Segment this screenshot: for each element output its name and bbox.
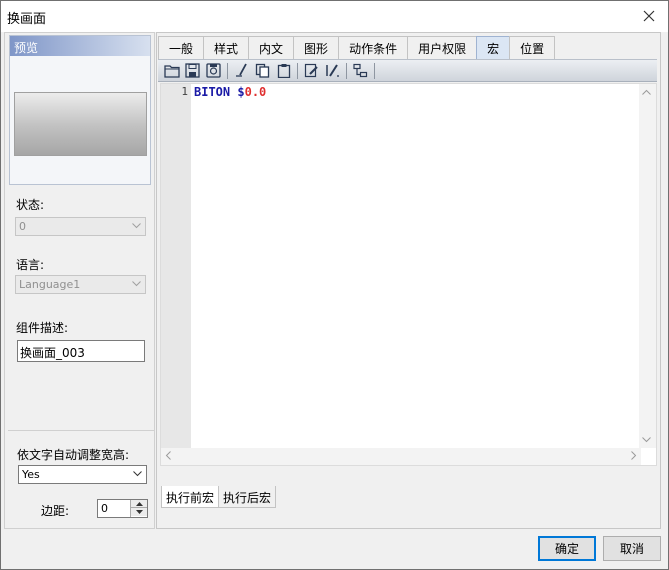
description-label: 组件描述: xyxy=(16,321,69,335)
paste-button[interactable] xyxy=(273,61,294,80)
language-select[interactable]: Language1 xyxy=(15,275,146,294)
open-button[interactable] xyxy=(161,61,182,80)
copy-button[interactable] xyxy=(252,61,273,80)
title-bar: 换画面 xyxy=(1,1,668,32)
toolbar-separator xyxy=(346,62,347,79)
preview-box: 预览 xyxy=(9,35,151,185)
spin-up-button[interactable] xyxy=(131,500,147,508)
toolbar-separator xyxy=(227,62,228,79)
cut-icon xyxy=(235,63,247,77)
macro-subtab-bar: 执行前宏 执行后宏 xyxy=(161,486,277,508)
language-value: Language1 xyxy=(19,278,81,291)
chevron-down-icon xyxy=(132,223,141,229)
state-label: 状态: xyxy=(16,198,45,212)
tab-general[interactable]: 一般 xyxy=(158,36,205,59)
insert-macro-icon xyxy=(353,63,368,78)
save-as-button[interactable] xyxy=(203,61,224,80)
window-title: 换画面 xyxy=(7,12,47,27)
description-input[interactable]: 换画面_003 xyxy=(17,340,145,362)
autosize-panel: 依文字自动调整宽高: Yes 边距: 0 xyxy=(8,430,155,529)
toolbar-separator xyxy=(374,62,375,79)
preview-swatch xyxy=(14,92,147,156)
chevron-down-icon xyxy=(133,471,142,477)
code-keyword: BITON xyxy=(194,85,231,99)
state-value: 0 xyxy=(19,220,26,233)
scroll-right-icon xyxy=(631,451,637,460)
ok-button[interactable]: 确定 xyxy=(538,536,596,561)
autosize-label: 依文字自动调整宽高: xyxy=(17,448,130,462)
close-icon xyxy=(643,10,655,22)
save-as-icon xyxy=(206,63,221,78)
caret-down-icon xyxy=(135,510,143,514)
vertical-scrollbar[interactable] xyxy=(639,84,656,448)
line-number: 1 xyxy=(181,85,188,98)
macro-toolbar xyxy=(158,59,657,82)
dialog-window: 换画面 预览 状态: 0 语言: Language1 组件描述: 换画面_003… xyxy=(0,0,669,570)
autosize-select[interactable]: Yes xyxy=(18,465,147,484)
spin-buttons xyxy=(130,500,147,517)
comment-button[interactable] xyxy=(322,61,343,80)
tab-text[interactable]: 内文 xyxy=(248,36,295,59)
horizontal-scrollbar[interactable] xyxy=(161,448,641,465)
scroll-up-icon xyxy=(642,89,651,95)
line-number-gutter: 1 xyxy=(161,84,191,464)
caret-up-icon xyxy=(135,501,143,506)
code-line: BITON $0.0 xyxy=(194,85,266,99)
copy-icon xyxy=(255,63,270,78)
language-label: 语言: xyxy=(16,258,45,272)
open-folder-icon xyxy=(163,64,180,78)
save-button[interactable] xyxy=(182,61,203,80)
cancel-button[interactable]: 取消 xyxy=(603,536,661,561)
left-panel: 预览 状态: 0 语言: Language1 组件描述: 换画面_003 依文字… xyxy=(4,32,155,529)
right-panel: 一般 样式 内文 图形 动作条件 用户权限 宏 位置 1 BITON $0.0 … xyxy=(156,32,661,529)
tab-action-condition[interactable]: 动作条件 xyxy=(338,36,409,59)
paste-icon xyxy=(277,64,290,78)
tab-style[interactable]: 样式 xyxy=(203,36,250,59)
margin-stepper[interactable]: 0 xyxy=(97,499,148,518)
comment-icon xyxy=(326,64,339,77)
state-select[interactable]: 0 xyxy=(15,217,146,236)
code-operand: 0.0 xyxy=(244,85,267,99)
cut-button[interactable] xyxy=(231,61,252,80)
tab-bar: 一般 样式 内文 图形 动作条件 用户权限 宏 位置 xyxy=(158,36,556,59)
edit-button[interactable] xyxy=(301,61,322,80)
scroll-down-icon xyxy=(642,437,651,443)
save-icon xyxy=(185,63,200,78)
code-operand-prefix: $ xyxy=(237,85,245,99)
tab-position[interactable]: 位置 xyxy=(509,36,556,59)
subtab-post-macro[interactable]: 执行后宏 xyxy=(218,486,277,508)
chevron-down-icon xyxy=(132,281,141,287)
tab-user-permission[interactable]: 用户权限 xyxy=(407,36,478,59)
scroll-left-icon xyxy=(165,451,171,460)
margin-label: 边距: xyxy=(41,504,70,518)
preview-header: 预览 xyxy=(10,36,150,56)
spin-down-button[interactable] xyxy=(131,508,147,516)
close-button[interactable] xyxy=(638,6,660,26)
toolbar-separator xyxy=(297,62,298,79)
macro-editor[interactable]: 1 BITON $0.0 xyxy=(160,83,657,466)
autosize-value: Yes xyxy=(22,468,40,481)
tab-graphic[interactable]: 图形 xyxy=(293,36,340,59)
edit-icon xyxy=(304,63,318,78)
insert-macro-button[interactable] xyxy=(350,61,371,80)
tab-macro[interactable]: 宏 xyxy=(476,36,511,59)
margin-value: 0 xyxy=(101,502,108,515)
subtab-pre-macro[interactable]: 执行前宏 xyxy=(161,486,220,508)
